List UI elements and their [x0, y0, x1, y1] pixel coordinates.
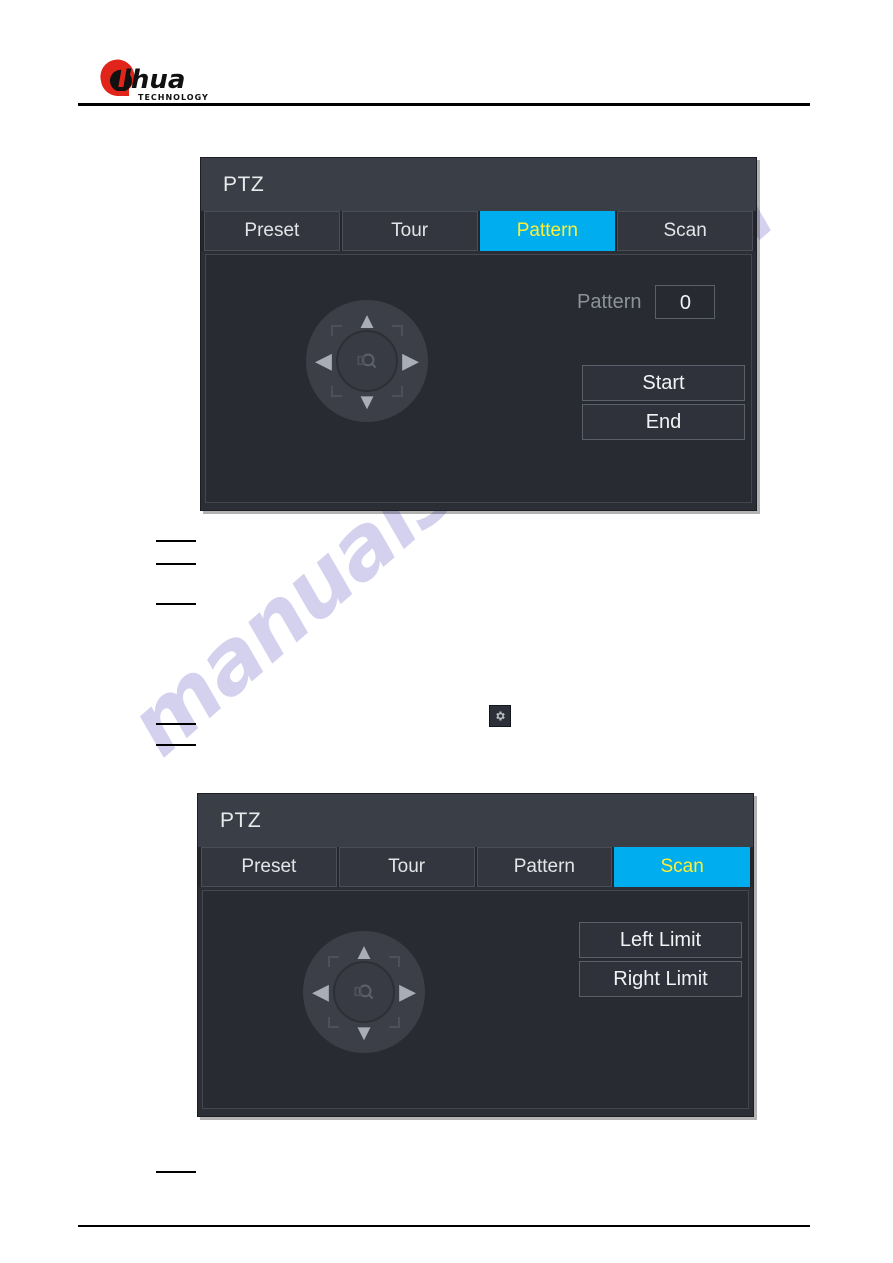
ptz-dialog-scan-titlebar: PTZ: [198, 794, 753, 847]
ptz-dialog-scan-body: ▲ ▼ ◀ ▶ Left Limit Right Limit: [202, 890, 749, 1109]
pan-downright-corner-icon[interactable]: [392, 386, 403, 397]
ptz-dialog-scan-tabbar: Preset Tour Pattern Scan: [198, 847, 753, 887]
ptz-zoom-center-button-2[interactable]: [333, 961, 395, 1023]
pattern-number-input[interactable]: 0: [655, 285, 716, 319]
pattern-start-button[interactable]: Start: [582, 365, 745, 401]
tab-pattern-2[interactable]: Pattern: [476, 847, 613, 887]
pan-downleft-corner-icon[interactable]: [331, 386, 342, 397]
text-rule-1: [156, 540, 196, 542]
pan-up-arrow-icon[interactable]: ▲: [356, 310, 378, 332]
ptz-zoom-center-button[interactable]: [336, 330, 398, 392]
pan-right-arrow-icon[interactable]: ▶: [402, 350, 419, 372]
text-rule-4: [156, 723, 196, 725]
pan-downleft-corner-icon-2[interactable]: [328, 1017, 339, 1028]
pan-right-arrow-icon-2[interactable]: ▶: [399, 981, 416, 1003]
pattern-field-row: Pattern 0: [577, 285, 716, 319]
pan-up-arrow-icon-2[interactable]: ▲: [353, 941, 375, 963]
pattern-field-label: Pattern: [577, 290, 642, 313]
pan-upright-corner-icon-2[interactable]: [389, 956, 400, 967]
svg-text:TECHNOLOGY: TECHNOLOGY: [138, 93, 209, 102]
ptz-dialog-pattern-tabbar: Preset Tour Pattern Scan: [201, 211, 756, 251]
pan-left-arrow-icon-2[interactable]: ◀: [312, 981, 329, 1003]
svg-text:lhua: lhua: [122, 65, 185, 95]
pan-downright-corner-icon-2[interactable]: [389, 1017, 400, 1028]
pan-down-arrow-icon[interactable]: ▼: [356, 391, 378, 413]
pan-down-arrow-icon-2[interactable]: ▼: [353, 1022, 375, 1044]
text-rule-2: [156, 563, 196, 565]
ptz-dialog-scan-title: PTZ: [220, 808, 262, 832]
dahua-logo: lhua TECHNOLOGY: [98, 55, 228, 103]
gear-icon-button[interactable]: [489, 705, 511, 727]
scan-right-limit-button[interactable]: Right Limit: [579, 961, 742, 997]
text-rule-3: [156, 603, 196, 605]
tab-scan[interactable]: Scan: [617, 211, 753, 251]
tab-preset[interactable]: Preset: [204, 211, 340, 251]
ptz-direction-pad[interactable]: ▲ ▼ ◀ ▶: [306, 300, 428, 422]
tab-pattern[interactable]: Pattern: [479, 211, 616, 251]
pan-left-arrow-icon[interactable]: ◀: [315, 350, 332, 372]
ptz-dialog-pattern-title: PTZ: [223, 172, 265, 196]
magnifier-icon-2: [354, 984, 374, 1000]
pan-upleft-corner-icon[interactable]: [331, 325, 342, 336]
footer-divider: [78, 1225, 810, 1227]
tab-tour[interactable]: Tour: [341, 211, 478, 251]
header-divider: [78, 103, 810, 106]
ptz-dialog-pattern-titlebar: PTZ: [201, 158, 756, 211]
ptz-dialog-scan: PTZ Preset Tour Pattern Scan ▲ ▼ ◀ ▶ Lef…: [197, 793, 754, 1117]
magnifier-icon: [357, 353, 377, 369]
scan-left-limit-button[interactable]: Left Limit: [579, 922, 742, 958]
gear-icon: [496, 711, 505, 721]
tab-tour-2[interactable]: Tour: [338, 847, 475, 887]
text-rule-6: [156, 1171, 196, 1173]
pan-upright-corner-icon[interactable]: [392, 325, 403, 336]
ptz-dialog-pattern-body: ▲ ▼ ◀ ▶ Pattern 0 Start End: [205, 254, 752, 503]
ptz-dialog-pattern: PTZ Preset Tour Pattern Scan ▲ ▼ ◀ ▶ Pat…: [200, 157, 757, 511]
pan-upleft-corner-icon-2[interactable]: [328, 956, 339, 967]
tab-scan-2[interactable]: Scan: [614, 847, 750, 887]
pattern-end-button[interactable]: End: [582, 404, 745, 440]
text-rule-5: [156, 744, 196, 746]
ptz-direction-pad-2[interactable]: ▲ ▼ ◀ ▶: [303, 931, 425, 1053]
tab-preset-2[interactable]: Preset: [201, 847, 337, 887]
